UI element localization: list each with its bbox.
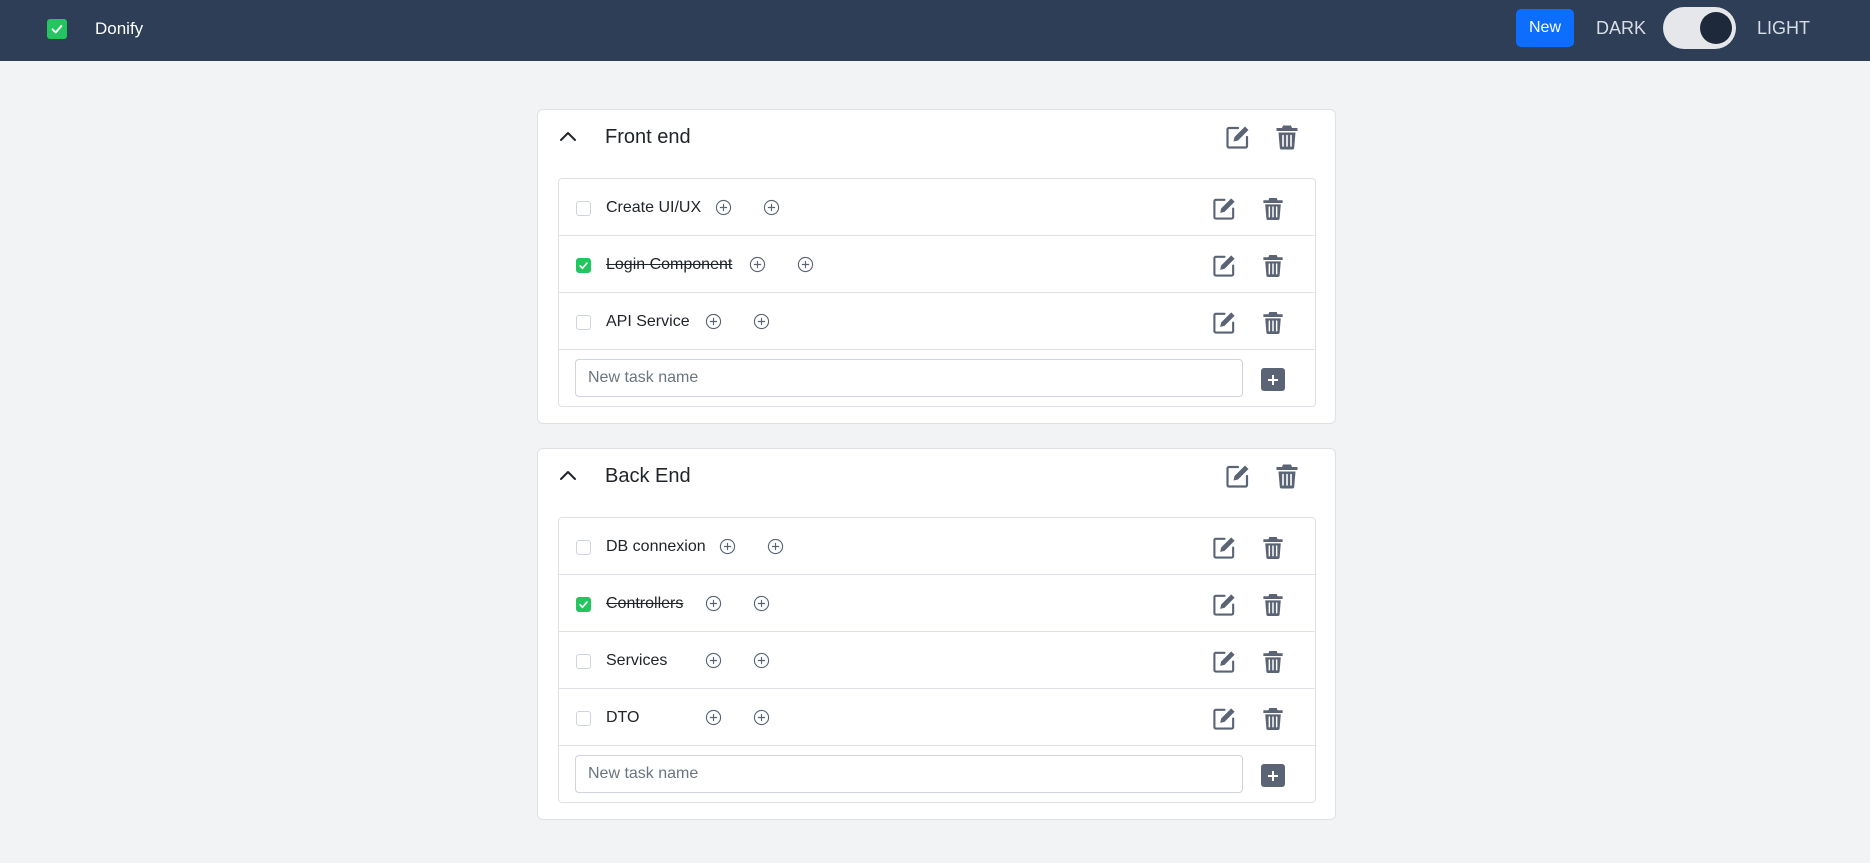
new-task-row — [559, 746, 1315, 802]
plus-circle-icon[interactable] — [753, 652, 770, 669]
task-checkbox[interactable] — [576, 258, 591, 273]
trash-icon[interactable] — [1262, 592, 1284, 617]
chevron-up-icon[interactable] — [557, 126, 579, 148]
section-title: Front end — [605, 126, 691, 148]
task-row: Login Component — [559, 236, 1315, 293]
task-row: DB connexion — [559, 518, 1315, 575]
trash-icon[interactable] — [1275, 463, 1299, 489]
task-name[interactable]: Login Component — [606, 255, 732, 275]
trash-icon[interactable] — [1262, 649, 1284, 674]
edit-icon[interactable] — [1212, 535, 1237, 560]
task-checkbox[interactable] — [576, 201, 591, 216]
section-card-back-end: Back End DB connexion Controllers Servic… — [537, 448, 1336, 820]
theme-toggle[interactable] — [1663, 7, 1736, 49]
add-task-button[interactable] — [1261, 764, 1285, 787]
trash-icon[interactable] — [1262, 253, 1284, 278]
trash-icon[interactable] — [1275, 124, 1299, 150]
plus-circle-icon[interactable] — [705, 313, 722, 330]
task-name[interactable]: Create UI/UX — [606, 198, 701, 218]
section-header: Front end — [538, 110, 1335, 164]
task-list: DB connexion Controllers Services DTO — [558, 517, 1316, 803]
task-name[interactable]: API Service — [606, 312, 690, 332]
plus-circle-icon[interactable] — [753, 595, 770, 612]
plus-circle-icon[interactable] — [763, 199, 780, 216]
task-row: Services — [559, 632, 1315, 689]
edit-icon[interactable] — [1212, 649, 1237, 674]
task-row: Controllers — [559, 575, 1315, 632]
plus-icon — [1268, 374, 1278, 385]
plus-circle-icon[interactable] — [719, 538, 736, 555]
edit-icon[interactable] — [1212, 310, 1237, 335]
task-name[interactable]: Services — [606, 651, 667, 671]
task-checkbox[interactable] — [576, 315, 591, 330]
task-list: Create UI/UX Login Component API Service — [558, 178, 1316, 407]
plus-icon — [1268, 770, 1278, 781]
toggle-knob — [1700, 12, 1732, 44]
edit-icon[interactable] — [1225, 463, 1251, 489]
task-row: API Service — [559, 293, 1315, 350]
plus-circle-icon[interactable] — [753, 313, 770, 330]
task-row: DTO — [559, 689, 1315, 746]
plus-circle-icon[interactable] — [797, 256, 814, 273]
task-checkbox[interactable] — [576, 654, 591, 669]
trash-icon[interactable] — [1262, 706, 1284, 731]
plus-circle-icon[interactable] — [705, 652, 722, 669]
plus-circle-icon[interactable] — [705, 709, 722, 726]
section-header: Back End — [538, 449, 1335, 503]
trash-icon[interactable] — [1262, 310, 1284, 335]
new-task-input[interactable] — [575, 359, 1243, 397]
chevron-up-icon[interactable] — [557, 465, 579, 487]
section-card-front-end: Front end Create UI/UX Login Component A… — [537, 109, 1336, 424]
plus-circle-icon[interactable] — [749, 256, 766, 273]
add-task-button[interactable] — [1261, 368, 1285, 391]
task-checkbox[interactable] — [576, 597, 591, 612]
section-title: Back End — [605, 465, 691, 487]
light-mode-label: LIGHT — [1757, 18, 1811, 38]
edit-icon[interactable] — [1212, 592, 1237, 617]
brand-name[interactable]: Donify — [95, 19, 143, 39]
new-task-input[interactable] — [575, 755, 1243, 793]
task-row: Create UI/UX — [559, 179, 1315, 236]
new-task-row — [559, 350, 1315, 406]
navbar: Donify New DARK LIGHT — [0, 0, 1870, 61]
plus-circle-icon[interactable] — [767, 538, 784, 555]
trash-icon[interactable] — [1262, 535, 1284, 560]
task-name[interactable]: DTO — [606, 708, 639, 728]
plus-circle-icon[interactable] — [705, 595, 722, 612]
plus-circle-icon[interactable] — [715, 199, 732, 216]
trash-icon[interactable] — [1262, 196, 1284, 221]
brand-check-icon — [47, 19, 67, 39]
dark-mode-label: DARK — [1596, 18, 1647, 38]
plus-circle-icon[interactable] — [753, 709, 770, 726]
edit-icon[interactable] — [1212, 196, 1237, 221]
edit-icon[interactable] — [1212, 706, 1237, 731]
new-button[interactable]: New — [1516, 9, 1574, 47]
task-checkbox[interactable] — [576, 711, 591, 726]
edit-icon[interactable] — [1212, 253, 1237, 278]
task-name[interactable]: DB connexion — [606, 537, 706, 557]
edit-icon[interactable] — [1225, 124, 1251, 150]
task-checkbox[interactable] — [576, 540, 591, 555]
task-name[interactable]: Controllers — [606, 594, 683, 614]
